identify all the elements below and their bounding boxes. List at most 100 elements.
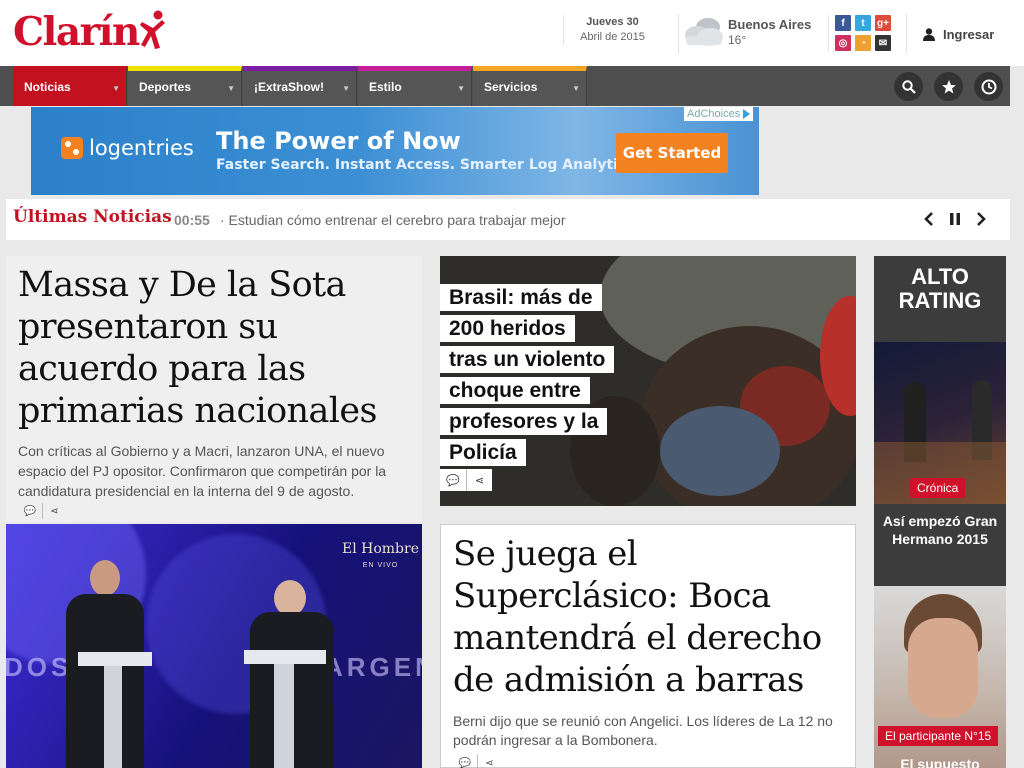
main-nav: Noticias ▼ Deportes ▼ ¡ExtraShow! ▼ Estilo ▼… [0, 66, 1010, 106]
brasil-actions: 💬 ⋖ [440, 469, 492, 491]
cronica-tag[interactable]: Crónica [910, 478, 966, 498]
chevron-down-icon: ▼ [112, 84, 120, 93]
backdrop-text: ARGENT [324, 652, 422, 682]
nav-item-estilo[interactable]: Estilo ▼ [358, 66, 472, 106]
login-label: Ingresar [943, 26, 995, 42]
ad-headline: The Power of Now [216, 127, 461, 155]
photo-brand-sub: EN VIVO [362, 562, 399, 569]
alto-rating-title: ALTO RATING [874, 265, 1006, 313]
mail-icon[interactable]: ✉ [875, 35, 891, 51]
instagram-icon[interactable]: ◎ [835, 35, 851, 51]
ticker-label: Últimas Noticias [13, 207, 172, 227]
nav-label: Deportes [139, 80, 192, 94]
chevron-down-icon: ▼ [342, 84, 350, 93]
photo-brand: El Hombre EN VIVO [342, 542, 419, 573]
share-icon[interactable]: ⋖ [477, 755, 501, 768]
comment-icon[interactable]: 💬 [440, 469, 466, 491]
headline-line: Policía [440, 439, 526, 466]
participant-caption[interactable]: El supuesto [874, 756, 1006, 768]
news-ticker: Últimas Noticias 00:55 · Estudian cómo e… [6, 199, 1010, 240]
ticker-next-button[interactable] [972, 210, 990, 228]
chevron-down-icon: ▼ [457, 84, 465, 93]
podium-top [78, 652, 152, 666]
nav-item-deportes[interactable]: Deportes ▼ [128, 66, 242, 106]
headline-line: 200 heridos [440, 315, 575, 342]
superclasico-summary: Berni dijo que se reunió con Angelici. L… [453, 713, 833, 748]
comment-icon[interactable]: 💬 [18, 503, 42, 519]
ticker-time: 00:55 [174, 212, 210, 228]
ad-cta-button[interactable]: Get Started [616, 133, 728, 173]
site-header: Clarín Jueves 30 Abril de 2015 Buenos Ai… [0, 0, 1024, 66]
history-button[interactable] [974, 72, 1003, 101]
alto-title-line: ALTO [911, 264, 969, 289]
nav-item-servicios[interactable]: Servicios ▼ [473, 66, 587, 106]
current-date: Jueves 30 Abril de 2015 [563, 15, 653, 45]
logo-text: Clarín [13, 9, 140, 55]
backdrop-text: DOS [6, 652, 73, 682]
ad-brand-text: logentries [89, 136, 194, 160]
brasil-headline[interactable]: Brasil: más de 200 heridos tras un viole… [440, 282, 640, 468]
nav-label: ¡ExtraShow! [254, 80, 325, 94]
photo-area [660, 406, 780, 496]
lead-headline[interactable]: Massa y De la Sota presentaron su acuerd… [18, 264, 418, 432]
logentries-logo-icon [61, 137, 83, 159]
nav-label: Noticias [24, 80, 71, 94]
chevron-down-icon: ▼ [227, 84, 235, 93]
chevron-left-icon [924, 212, 933, 226]
lead-summary: Con críticas al Gobierno y a Macri, lanz… [18, 443, 387, 499]
user-icon [923, 27, 935, 41]
participant-tag[interactable]: El participante N°15 [878, 726, 999, 746]
alto-rating-panel: ALTO RATING Crónica Así empezó Gran Herm… [874, 256, 1006, 768]
ticker-prev-button[interactable] [920, 210, 938, 228]
ticker-headline[interactable]: · Estudian cómo entrenar el cerebro para… [220, 212, 566, 228]
podium-stand [274, 664, 294, 768]
participant-face [908, 618, 978, 718]
chevron-right-icon [977, 212, 986, 226]
comment-icon[interactable]: 💬 [453, 755, 477, 768]
clock-icon [981, 79, 996, 94]
adchoices-link[interactable]: AdChoices [684, 107, 754, 121]
superclasico-headline[interactable]: Se juega el Superclásico: Boca mantendrá… [453, 533, 853, 701]
twitter-icon[interactable]: t [855, 15, 871, 31]
google-plus-icon[interactable]: g+ [875, 15, 891, 31]
headline-line: choque entre [440, 377, 590, 404]
rss-icon[interactable]: ◔ [855, 35, 871, 51]
gran-hermano-photo[interactable]: Crónica [874, 342, 1006, 504]
headline-line: profesores y la [440, 408, 608, 435]
clarin-logo[interactable]: Clarín [13, 6, 166, 58]
participant-photo[interactable]: El participante N°15 [874, 586, 1006, 768]
ad-subheadline: Faster Search. Instant Access. Smarter L… [216, 157, 640, 173]
login-button[interactable]: Ingresar [906, 14, 1024, 54]
photo-brand-name: El Hombre [342, 541, 419, 557]
weather-city: Buenos Aires [728, 17, 812, 32]
headline-line: Brasil: más de [440, 284, 602, 311]
nav-label: Estilo [369, 80, 402, 94]
nav-item-extrashow[interactable]: ¡ExtraShow! ▼ [243, 66, 357, 106]
superclasico-story[interactable]: Se juega el Superclásico: Boca mantendrá… [440, 524, 856, 768]
gran-hermano-caption[interactable]: Así empezó Gran Hermano 2015 [874, 512, 1006, 548]
facebook-icon[interactable]: f [835, 15, 851, 31]
weather-widget[interactable]: Buenos Aires 16° [678, 14, 818, 54]
ad-banner[interactable]: logentries The Power of Now Faster Searc… [31, 107, 759, 195]
search-button[interactable] [894, 72, 923, 101]
search-icon [901, 79, 916, 94]
podium-stand [104, 666, 122, 768]
nav-item-noticias[interactable]: Noticias ▼ [13, 66, 127, 106]
favorites-button[interactable] [934, 72, 963, 101]
date-day: Jueves 30 [586, 16, 639, 28]
social-links: f t g+ ◎ ◔ ✉ [828, 15, 891, 51]
ad-brand: logentries [61, 136, 194, 160]
date-month: Abril de 2015 [580, 31, 645, 43]
lead-photo[interactable]: El Hombre EN VIVO DOS ARGENT [6, 524, 422, 768]
chevron-down-icon: ▼ [572, 84, 580, 93]
cloud-icon [685, 18, 723, 46]
star-icon [941, 79, 956, 93]
weather-temp: 16° [728, 33, 747, 47]
share-icon[interactable]: ⋖ [42, 503, 66, 519]
headline-line: tras un violento [440, 346, 615, 373]
ticker-pause-button[interactable] [946, 210, 964, 228]
alto-title-line: RATING [898, 288, 982, 313]
adchoices-icon [743, 109, 751, 119]
share-icon[interactable]: ⋖ [466, 469, 492, 491]
lead-story[interactable]: Massa y De la Sota presentaron su acuerd… [6, 256, 422, 522]
